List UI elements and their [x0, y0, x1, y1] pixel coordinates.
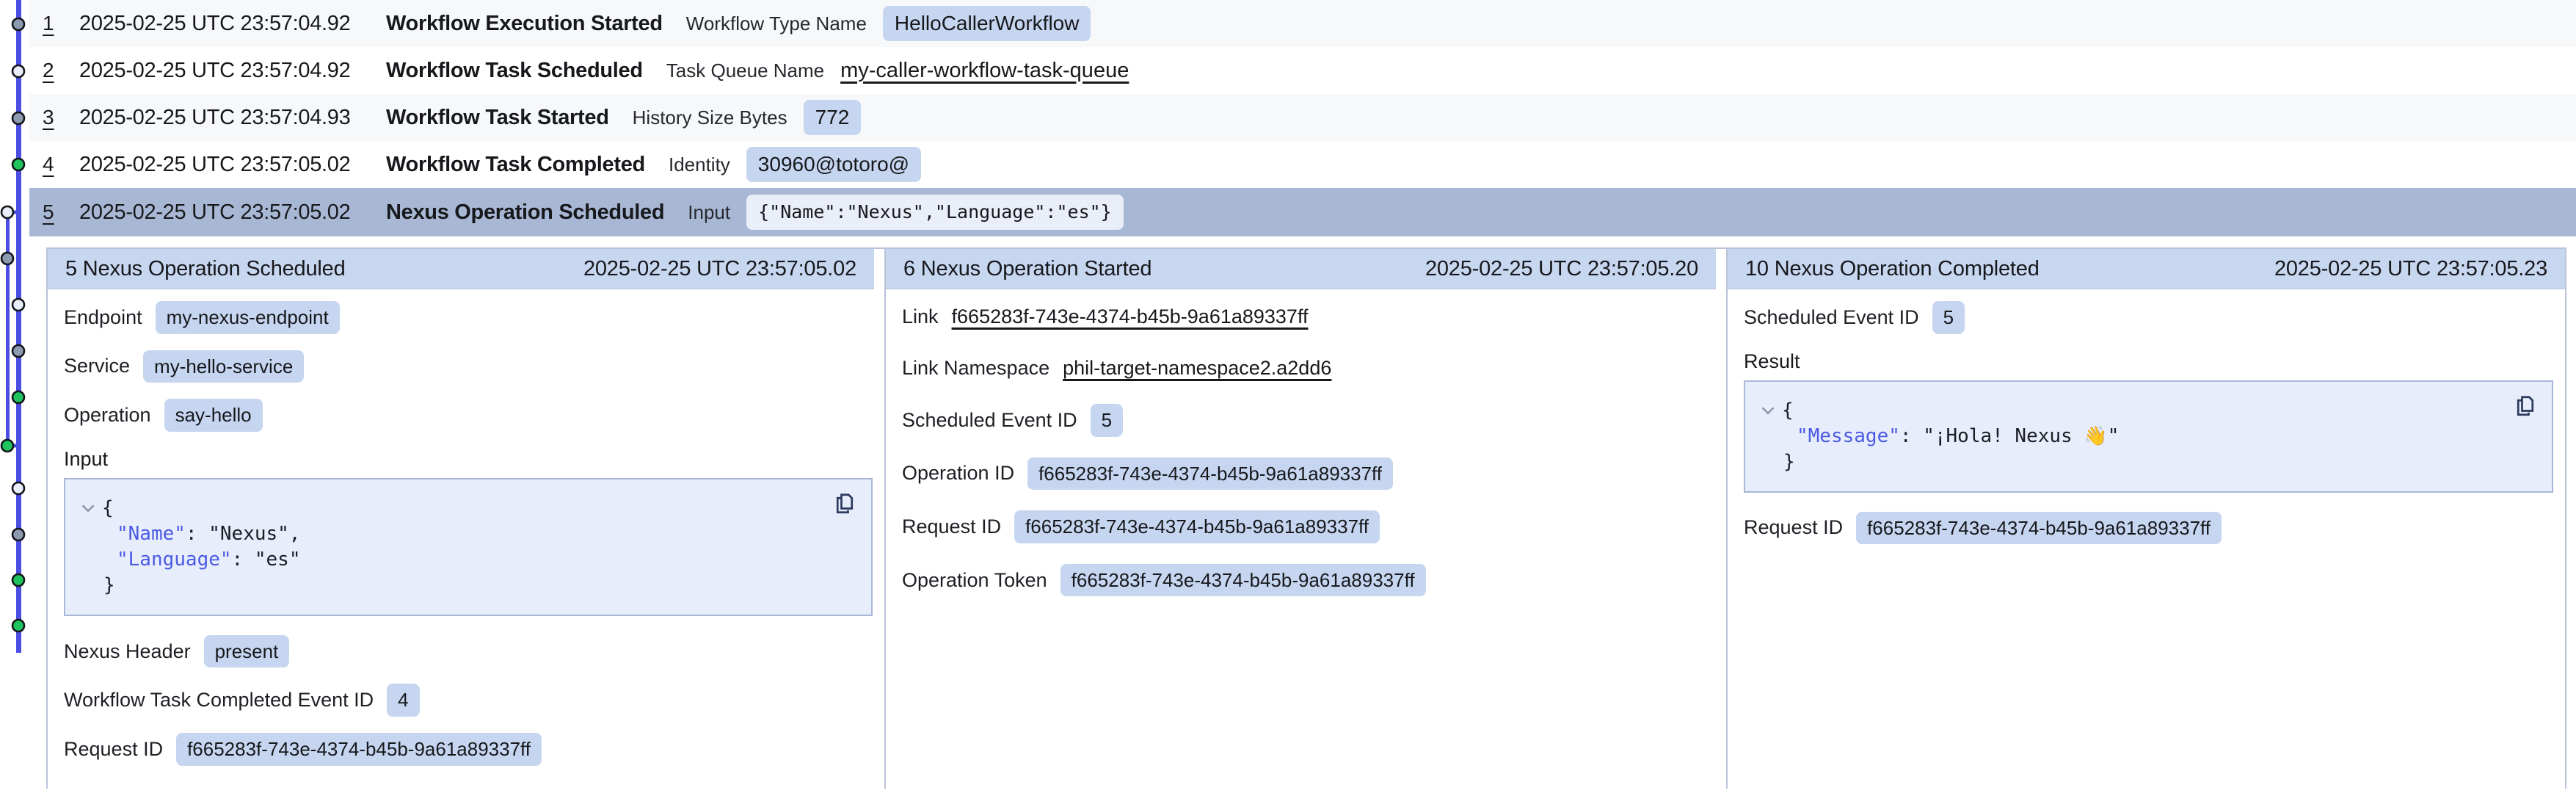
event-attr-label: Input — [688, 201, 730, 224]
json-viewer-result: { "Message": "¡Hola! Nexus 👋" } — [1744, 380, 2553, 493]
event-id-link[interactable]: 3 — [43, 106, 79, 129]
event-row-2[interactable]: 2 2025-02-25 UTC 23:57:04.92 Workflow Ta… — [29, 47, 2576, 94]
event-input-json: {"Name":"Nexus","Language":"es"} — [746, 195, 1124, 230]
timeline-svg — [0, 0, 46, 803]
panel-timestamp: 2025-02-25 UTC 23:57:05.23 — [2274, 257, 2547, 281]
event-id-link[interactable]: 4 — [43, 153, 79, 176]
event-name: Workflow Task Started — [386, 106, 609, 130]
copy-icon[interactable] — [832, 490, 858, 516]
event-timeline-graph — [0, 0, 46, 803]
event-time: 2025-02-25 UTC 23:57:04.92 — [79, 12, 386, 36]
nexus-header-chip: present — [204, 635, 290, 668]
service-chip: my-hello-service — [143, 350, 304, 383]
panel-title: 5 Nexus Operation Scheduled — [65, 257, 346, 281]
event-attr-label: Task Queue Name — [666, 59, 824, 82]
json-key: "Language" — [117, 549, 232, 571]
scheduled-event-id-chip: 5 — [1091, 404, 1123, 437]
field-label: Link — [902, 305, 939, 328]
event-attr-label: Workflow Type Name — [686, 12, 867, 35]
field-label: Endpoint — [64, 306, 142, 329]
scheduled-event-id-chip: 5 — [1932, 301, 1965, 334]
json-value: "Nexus", — [208, 523, 300, 545]
panel-header: 10 Nexus Operation Completed 2025-02-25 … — [1728, 249, 2565, 289]
panel-nexus-operation-started: 6 Nexus Operation Started 2025-02-25 UTC… — [884, 247, 1726, 789]
copy-icon[interactable] — [2512, 392, 2539, 419]
field-label: Link Namespace — [902, 357, 1049, 380]
field-label: Request ID — [902, 515, 1001, 538]
event-time: 2025-02-25 UTC 23:57:05.02 — [79, 153, 386, 177]
collapse-chevron-icon[interactable] — [1760, 402, 1776, 419]
event-id-link[interactable]: 5 — [43, 200, 79, 224]
operation-chip: say-hello — [164, 399, 263, 432]
event-attr-value: 30960@totoro@ — [746, 147, 921, 183]
task-queue-link[interactable]: my-caller-workflow-task-queue — [840, 59, 1129, 83]
json-brace: } — [1783, 451, 1795, 473]
json-brace: } — [103, 574, 115, 596]
event-name: Workflow Execution Started — [386, 12, 663, 36]
event-attr-value: HelloCallerWorkflow — [883, 6, 1091, 42]
json-value: "es" — [255, 549, 301, 571]
json-brace: { — [1782, 398, 1794, 424]
event-id-link[interactable]: 2 — [43, 59, 79, 82]
json-brace: { — [102, 496, 114, 521]
event-name: Nexus Operation Scheduled — [386, 200, 664, 225]
json-sep: : — [186, 523, 208, 545]
event-attr-label: History Size Bytes — [633, 106, 787, 129]
operation-id-chip: f665283f-743e-4374-b45b-9a61a89337ff — [1027, 457, 1393, 491]
field-label: Operation — [64, 404, 151, 427]
field-label: Service — [64, 355, 130, 377]
field-label: Operation Token — [902, 569, 1047, 592]
request-id-chip: f665283f-743e-4374-b45b-9a61a89337ff — [1856, 512, 2222, 545]
link-link[interactable]: f665283f-743e-4374-b45b-9a61a89337ff — [952, 305, 1309, 328]
json-sep: : — [1900, 425, 1923, 447]
wtc-event-id-chip: 4 — [387, 684, 419, 717]
json-value: "¡Hola! Nexus 👋" — [1923, 425, 2119, 447]
panel-timestamp: 2025-02-25 UTC 23:57:05.02 — [583, 257, 856, 281]
panel-title: 10 Nexus Operation Completed — [1745, 257, 2040, 281]
event-row-3[interactable]: 3 2025-02-25 UTC 23:57:04.93 Workflow Ta… — [29, 94, 2576, 141]
panel-nexus-operation-completed: 10 Nexus Operation Completed 2025-02-25 … — [1726, 247, 2566, 789]
event-detail-panels: 5 Nexus Operation Scheduled 2025-02-25 U… — [46, 247, 2576, 789]
collapse-chevron-icon[interactable] — [80, 500, 96, 516]
event-time: 2025-02-25 UTC 23:57:04.92 — [79, 59, 386, 83]
event-row-5-selected[interactable]: 5 2025-02-25 UTC 23:57:05.02 Nexus Opera… — [29, 188, 2576, 236]
panel-timestamp: 2025-02-25 UTC 23:57:05.20 — [1425, 257, 1698, 281]
event-time: 2025-02-25 UTC 23:57:04.93 — [79, 106, 386, 130]
event-attr-value: 772 — [804, 100, 862, 136]
panel-header: 5 Nexus Operation Scheduled 2025-02-25 U… — [48, 249, 874, 289]
field-label: Scheduled Event ID — [902, 409, 1077, 432]
event-row-1[interactable]: 1 2025-02-25 UTC 23:57:04.92 Workflow Ex… — [29, 0, 2576, 47]
field-label: Request ID — [1744, 516, 1843, 539]
event-time: 2025-02-25 UTC 23:57:05.02 — [79, 200, 386, 225]
request-id-chip: f665283f-743e-4374-b45b-9a61a89337ff — [1014, 510, 1380, 543]
event-history-table: 1 2025-02-25 UTC 23:57:04.92 Workflow Ex… — [29, 0, 2576, 236]
request-id-chip: f665283f-743e-4374-b45b-9a61a89337ff — [176, 733, 542, 766]
field-label: Request ID — [64, 738, 163, 761]
field-label: Operation ID — [902, 462, 1014, 485]
event-id-link[interactable]: 1 — [43, 12, 79, 35]
json-key: "Name" — [117, 523, 186, 545]
field-label: Workflow Task Completed Event ID — [64, 689, 374, 712]
field-label: Scheduled Event ID — [1744, 306, 1919, 329]
code-section-label: Result — [1744, 350, 2553, 373]
event-name: Workflow Task Completed — [386, 153, 645, 177]
json-sep: : — [232, 549, 255, 571]
endpoint-chip: my-nexus-endpoint — [156, 301, 340, 334]
event-row-4[interactable]: 4 2025-02-25 UTC 23:57:05.02 Workflow Ta… — [29, 141, 2576, 188]
link-namespace-link[interactable]: phil-target-namespace2.a2dd6 — [1063, 357, 1331, 380]
json-viewer-input: { "Name": "Nexus", "Language": "es" } — [64, 478, 873, 616]
json-key: "Message" — [1797, 425, 1900, 447]
event-name: Workflow Task Scheduled — [386, 59, 643, 83]
panel-title: 6 Nexus Operation Started — [903, 257, 1151, 281]
operation-token-chip: f665283f-743e-4374-b45b-9a61a89337ff — [1060, 564, 1426, 597]
field-label: Nexus Header — [64, 640, 191, 663]
event-attr-label: Identity — [669, 153, 730, 176]
panel-nexus-operation-scheduled: 5 Nexus Operation Scheduled 2025-02-25 U… — [46, 247, 884, 789]
code-section-label: Input — [64, 448, 873, 471]
panel-header: 6 Nexus Operation Started 2025-02-25 UTC… — [886, 249, 1716, 289]
